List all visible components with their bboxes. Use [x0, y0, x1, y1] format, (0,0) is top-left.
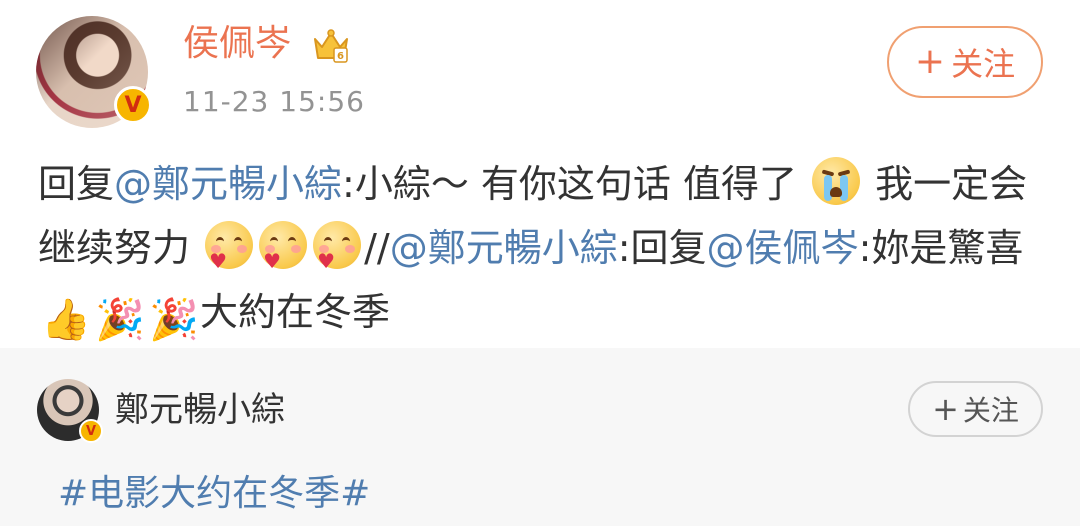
- follow-label: 关注: [962, 394, 1019, 427]
- content-text: 大約在冬季: [200, 290, 391, 334]
- plus-icon: +: [932, 390, 959, 428]
- content-text: //: [364, 226, 390, 270]
- content-text: 回复: [38, 162, 115, 206]
- content-text: :小綜～ 有你这句话 值得了: [342, 162, 797, 206]
- repost-card[interactable]: V 鄭元暢小綜 + 关注 #电影大约在冬季#: [0, 348, 1080, 526]
- party-popper-emoji-icon: 🎉: [95, 297, 145, 343]
- content-text: :妳是驚喜: [858, 226, 1024, 270]
- mention-link[interactable]: @侯佩岑: [707, 226, 859, 270]
- crying-emoji-icon: [812, 157, 861, 205]
- thumbs-up-emoji-icon: 👍: [41, 297, 91, 343]
- post-timestamp: 11-23 15:56: [183, 85, 365, 118]
- mention-link[interactable]: @鄭元暢小綜: [114, 162, 342, 206]
- post-content: 回复@鄭元暢小綜:小綜～ 有你这句话 值得了 我一定会继续努力 ♥ ♥ ♥//@鄭元…: [38, 152, 1048, 344]
- verified-badge-icon: V: [79, 419, 103, 443]
- repost-follow-button[interactable]: + 关注: [908, 381, 1043, 437]
- love-emoji-icon: ♥: [259, 221, 308, 271]
- plus-icon: +: [914, 41, 946, 82]
- author-avatar[interactable]: V: [36, 16, 152, 128]
- love-emoji-icon: ♥: [205, 221, 254, 271]
- repost-author-name[interactable]: 鄭元暢小綜: [115, 388, 285, 432]
- party-popper-emoji-icon: 🎉: [149, 297, 199, 343]
- follow-button[interactable]: + 关注: [887, 26, 1043, 98]
- hashtag-link[interactable]: #电影大约在冬季#: [58, 472, 370, 516]
- verified-badge-icon: V: [114, 86, 152, 124]
- crown-vip-icon: 6: [314, 29, 348, 63]
- svg-text:6: 6: [337, 51, 344, 62]
- follow-label: 关注: [951, 45, 1016, 83]
- content-text: :回复: [617, 226, 707, 270]
- mention-link[interactable]: @鄭元暢小綜: [390, 226, 618, 270]
- author-name[interactable]: 侯佩岑: [183, 22, 291, 66]
- repost-author-avatar[interactable]: V: [37, 379, 103, 443]
- weibo-post: V 侯佩岑 6 11-23 15:56 + 关注 回复@鄭元暢小綜:小綜～ 有你…: [0, 0, 1080, 348]
- love-emoji-icon: ♥: [313, 221, 362, 271]
